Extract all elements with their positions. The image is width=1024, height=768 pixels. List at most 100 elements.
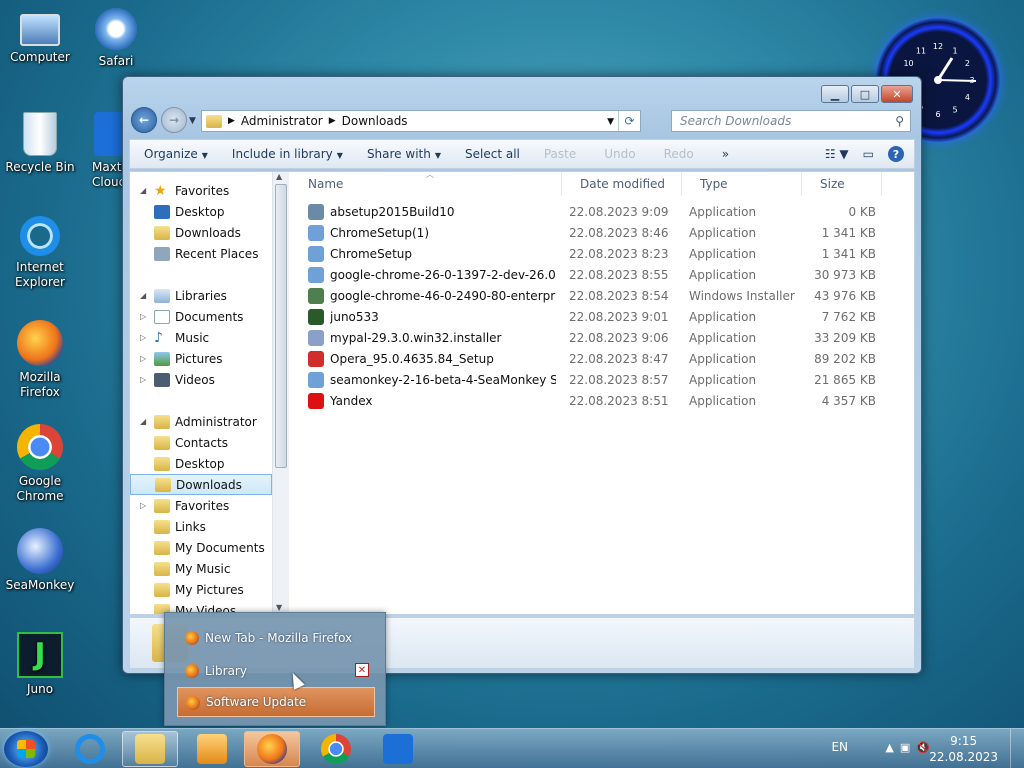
- nav-libraries[interactable]: ◢ Libraries: [130, 285, 272, 306]
- close-button[interactable]: ✕: [881, 85, 913, 103]
- recent-places-icon: [154, 246, 170, 261]
- nav-favorites-user[interactable]: ▷ Favorites: [130, 495, 272, 516]
- network-icon[interactable]: ▣: [900, 741, 910, 754]
- show-desktop-button[interactable]: [1010, 729, 1024, 768]
- file-row[interactable]: seamonkey-2-16-beta-4-SeaMonkey Set... 22…: [308, 370, 888, 391]
- desktop-icon-ie[interactable]: Internet Explorer: [0, 216, 80, 290]
- nav-recent-places[interactable]: Recent Places: [130, 243, 272, 264]
- include-in-library-button[interactable]: Include in library ▼: [232, 147, 343, 161]
- desktop-icon-firefox[interactable]: Mozilla Firefox: [0, 320, 80, 400]
- search-input[interactable]: Search Downloads ⚲: [671, 110, 911, 132]
- forward-button[interactable]: →: [161, 107, 187, 133]
- nav-contacts[interactable]: Contacts: [130, 432, 272, 453]
- language-indicator[interactable]: EN: [831, 740, 848, 754]
- nav-scrollbar[interactable]: ▲ ▼: [272, 172, 289, 614]
- show-hidden-icons-icon[interactable]: ▲: [885, 741, 893, 754]
- taskbar-chrome[interactable]: [308, 731, 364, 767]
- paste-button[interactable]: Paste: [544, 147, 576, 161]
- desktop-icon-juno[interactable]: J Juno: [0, 632, 80, 697]
- back-button[interactable]: ←: [131, 107, 157, 133]
- nav-downloads-user[interactable]: Downloads: [130, 474, 272, 495]
- nav-links[interactable]: Links: [130, 516, 272, 537]
- undo-button[interactable]: Undo: [604, 147, 635, 161]
- collapse-arrow-icon: ▷: [140, 354, 147, 363]
- file-list: Name ︿ Date modified Type Size absetup201…: [290, 170, 914, 614]
- explorer-window[interactable]: ▁ □ ✕ ← → ▼ ▶ Administrator ▶ Downloads …: [122, 76, 922, 674]
- volume-muted-icon[interactable]: 🔇: [916, 741, 930, 754]
- desktop-icon-chrome[interactable]: Google Chrome: [0, 424, 80, 504]
- file-icon: [308, 225, 324, 241]
- file-row[interactable]: ChromeSetup(1) 22.08.2023 8:46 Application…: [308, 223, 888, 244]
- file-row[interactable]: ChromeSetup 22.08.2023 8:23 Application 1 3…: [308, 244, 888, 265]
- breadcrumb-downloads[interactable]: Downloads: [342, 114, 408, 128]
- maximize-button[interactable]: □: [851, 85, 879, 103]
- address-bar[interactable]: ▶ Administrator ▶ Downloads ▼ ⟳: [201, 110, 641, 132]
- file-row[interactable]: absetup2015Build10 22.08.2023 9:09 Applica…: [308, 202, 888, 223]
- nav-my-documents[interactable]: My Documents: [130, 537, 272, 558]
- column-header-date[interactable]: Date modified: [562, 172, 682, 196]
- organize-button[interactable]: Organize ▼: [144, 147, 208, 161]
- nav-desktop-user[interactable]: Desktop: [130, 453, 272, 474]
- file-row[interactable]: mypal-29.3.0.win32.installer 22.08.2023 9…: [308, 328, 888, 349]
- select-all-button[interactable]: Select all: [465, 147, 520, 161]
- more-commands-button[interactable]: »: [722, 147, 729, 161]
- jumplist-label: Library: [205, 664, 247, 678]
- taskbar-media-player[interactable]: [184, 731, 240, 767]
- nav-administrator[interactable]: ◢ Administrator: [130, 411, 272, 432]
- change-view-icon[interactable]: ☷ ▼: [825, 147, 849, 161]
- address-dropdown-icon[interactable]: ▼: [607, 117, 614, 127]
- breadcrumb-administrator[interactable]: Administrator: [241, 114, 323, 128]
- file-date: 22.08.2023 8:51: [569, 394, 669, 408]
- nav-downloads[interactable]: Downloads: [130, 222, 272, 243]
- redo-button[interactable]: Redo: [664, 147, 694, 161]
- scroll-up-icon[interactable]: ▲: [276, 172, 282, 181]
- file-row[interactable]: google-chrome-46-0-2490-80-enterprise...…: [308, 286, 888, 307]
- desktop-icon-recycle-bin[interactable]: Recycle Bin: [0, 112, 80, 175]
- expand-arrow-icon: ◢: [140, 291, 147, 300]
- nav-my-pictures[interactable]: My Pictures: [130, 579, 272, 600]
- desktop-icon-maxthon[interactable]: Maxth Clouc: [78, 112, 122, 190]
- taskbar-firefox[interactable]: [244, 731, 300, 767]
- file-row[interactable]: google-chrome-26-0-1397-2-dev-26.0.13...…: [308, 265, 888, 286]
- refresh-button[interactable]: ⟳: [618, 111, 640, 131]
- recent-pages-dropdown[interactable]: ▼: [189, 116, 196, 126]
- media-player-icon: [197, 734, 227, 764]
- nav-music[interactable]: ▷ ♪ Music: [130, 327, 272, 348]
- file-date: 22.08.2023 9:01: [569, 310, 669, 324]
- taskbar-explorer[interactable]: [122, 731, 178, 767]
- close-window-icon[interactable]: ✕: [355, 663, 369, 677]
- taskbar-maxthon[interactable]: [370, 731, 426, 767]
- column-header-name[interactable]: Name ︿: [290, 170, 562, 196]
- taskbar-clock[interactable]: 9:15 22.08.2023: [929, 733, 998, 765]
- preview-pane-icon[interactable]: ▭: [863, 147, 874, 161]
- nav-pictures[interactable]: ▷ Pictures: [130, 348, 272, 369]
- nav-my-music[interactable]: My Music: [130, 558, 272, 579]
- jumplist-item-software-update[interactable]: Software Update: [177, 687, 375, 717]
- scroll-down-icon[interactable]: ▼: [276, 603, 282, 612]
- desktop-icon-safari[interactable]: Safari: [76, 8, 156, 69]
- nav-videos[interactable]: ▷ Videos: [130, 369, 272, 390]
- scroll-thumb[interactable]: [275, 184, 287, 468]
- file-size: 89 202 KB: [814, 352, 876, 366]
- minimize-button[interactable]: ▁: [821, 85, 849, 103]
- jumplist-item-library[interactable]: Library: [177, 656, 375, 686]
- file-row[interactable]: Yandex 22.08.2023 8:51 Application 4 357 KB: [308, 391, 888, 412]
- nav-desktop[interactable]: Desktop: [130, 201, 272, 222]
- desktop-icon-label: Computer: [10, 50, 70, 64]
- share-with-button[interactable]: Share with ▼: [367, 147, 441, 161]
- column-header-size[interactable]: Size: [802, 172, 882, 196]
- jumplist-item-new-tab[interactable]: New Tab - Mozilla Firefox: [177, 623, 375, 653]
- nav-favorites[interactable]: ◢ ★ Favorites: [130, 180, 272, 201]
- help-icon[interactable]: ?: [888, 146, 904, 162]
- file-icon: [308, 372, 324, 388]
- file-row[interactable]: juno533 22.08.2023 9:01 Application 7 762 K…: [308, 307, 888, 328]
- desktop-icon-computer[interactable]: Computer: [0, 8, 80, 65]
- start-button[interactable]: [4, 731, 48, 767]
- nav-documents[interactable]: ▷ Documents: [130, 306, 272, 327]
- file-row[interactable]: Opera_95.0.4635.84_Setup 22.08.2023 8:47 A…: [308, 349, 888, 370]
- desktop-icon-seamonkey[interactable]: SeaMonkey: [0, 528, 80, 593]
- column-header-type[interactable]: Type: [682, 172, 802, 196]
- file-icon: [308, 204, 324, 220]
- taskbar-ie[interactable]: [62, 731, 118, 767]
- column-label: Date modified: [580, 177, 666, 191]
